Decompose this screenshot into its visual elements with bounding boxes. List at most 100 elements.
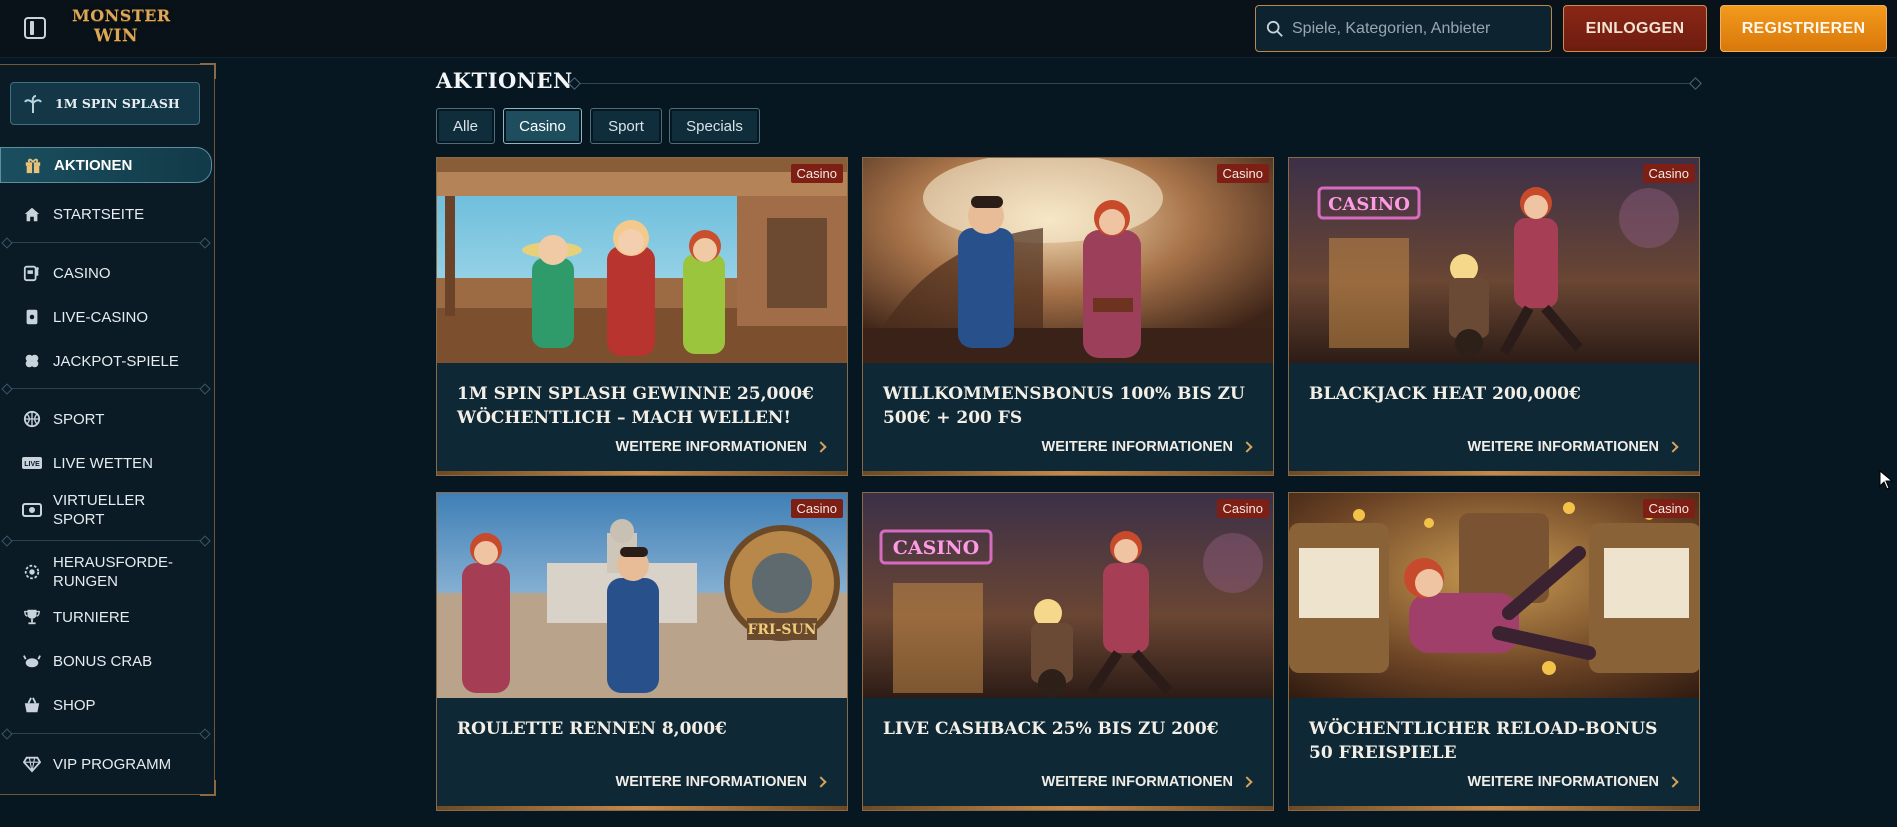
sidebar-item-vip-programm[interactable]: VIP PROGRAMM [0,749,212,779]
chevron-right-icon [1667,441,1679,453]
search-icon [1266,20,1283,37]
sidebar-item-live-wetten[interactable]: LIVE LIVE WETTEN [0,448,212,478]
svg-text:FRI-SUN: FRI-SUN [747,622,816,638]
promo-card[interactable]: Casino Wöchentlicher Reload-Bonus 50 Fre… [1288,492,1700,811]
more-info-link[interactable]: WEITERE INFORMATIONEN [1042,774,1253,790]
filter-tab-alle[interactable]: Alle [436,108,495,144]
promo-chip-label: 1M SPIN SPLASH [55,96,180,111]
sidebar-item-jackpot-spiele[interactable]: JACKPOT-SPIELE [0,346,212,376]
sidebar-item-label: VIRTUELLER [53,492,146,509]
promo-title: Wöchentlicher Reload-Bonus 50 Freispiele [1309,719,1658,763]
sidebar-divider [6,242,206,243]
promo-image [863,158,1273,363]
sidebar-toggle-icon[interactable] [24,17,46,39]
category-badge: Casino [1642,499,1695,518]
sidebar-corner-ornament [200,63,216,79]
sidebar-item-bonus-crab[interactable]: BONUS CRAB [0,646,212,676]
logo-line2: WIN [93,26,139,46]
more-info-link[interactable]: WEITERE INFORMATIONEN [1467,439,1679,455]
chevron-right-icon [815,441,827,453]
category-badge: Casino [790,164,843,183]
promo-image [1289,493,1699,698]
sidebar-item-label: SHOP [53,696,96,714]
sidebar-divider [6,540,206,541]
svg-text:CASINO: CASINO [893,537,979,559]
page-title: AKTIONEN [436,68,573,93]
category-badge: Casino [1216,164,1269,183]
sidebar-item-turniere[interactable]: TURNIERE [0,602,212,632]
slot-machine-icon [22,263,42,283]
promo-chip-1m-spin-splash[interactable]: 1M SPIN SPLASH [10,82,200,125]
promo-card[interactable]: Casino 1M Spin Splash Gewinne 25,000€ wö… [436,157,848,476]
sidebar-item-label: VIP PROGRAMM [53,755,172,773]
sidebar-item-label-line2: SPORT [53,511,105,528]
filter-tab-casino[interactable]: Casino [503,108,582,144]
search-input[interactable] [1292,19,1542,38]
category-badge: Casino [790,499,843,518]
crab-icon [22,651,42,671]
sidebar-item-label: LIVE WETTEN [53,454,154,472]
promo-card[interactable]: CASINO Casino Blackjack Heat 200,000€ WE… [1288,157,1700,476]
promo-title: Roulette Rennen 8,000€ [457,719,727,739]
logo[interactable]: MONSTER WIN [72,6,170,52]
promo-title: Blackjack Heat 200,000€ [1309,384,1581,404]
palm-tree-icon [23,94,43,114]
shopping-basket-icon [22,695,42,715]
more-info-label: WEITERE INFORMATIONEN [1467,439,1659,455]
more-info-label: WEITERE INFORMATIONEN [1041,439,1233,455]
more-info-link[interactable]: WEITERE INFORMATIONEN [615,774,827,790]
category-badge: Casino [1642,164,1695,183]
sidebar-item-label: TURNIERE [53,608,130,626]
sidebar-item-live-casino[interactable]: LIVE-CASINO [0,302,212,332]
sidebar-item-casino[interactable]: CASINO [0,258,212,288]
filter-tab-specials[interactable]: Specials [669,108,760,144]
sidebar-item-aktionen[interactable]: AKTIONEN [0,147,212,183]
top-bar: MONSTER WIN EINLOGGEN REGISTRIEREN [0,0,1897,58]
chevron-right-icon [815,776,827,788]
promo-card[interactable]: Casino Willkommensbonus 100% bis zu 500€… [862,157,1274,476]
sidebar-item-label: STARTSEITE [53,205,145,223]
more-info-link[interactable]: WEITERE INFORMATIONEN [1041,439,1253,455]
sidebar-item-shop[interactable]: SHOP [0,690,212,720]
more-info-label: WEITERE INFORMATIONEN [1467,774,1659,790]
filter-tab-sport[interactable]: Sport [590,108,662,144]
promo-card[interactable]: FRI-SUN Casino Roulette Rennen 8,000€ WE… [436,492,848,811]
chevron-right-icon [1241,441,1253,453]
sidebar-item-label: CASINO [53,264,111,282]
category-badge: Casino [1216,499,1269,518]
chevron-right-icon [1241,776,1253,788]
promo-image: FRI-SUN [437,493,847,698]
chevron-right-icon [1667,776,1679,788]
sidebar-item-virtueller-sport[interactable]: VIRTUELLER SPORT [0,489,212,531]
more-info-link[interactable]: WEITERE INFORMATIONEN [615,439,827,455]
sidebar-item-startseite[interactable]: STARTSEITE [0,199,212,229]
more-info-label: WEITERE INFORMATIONEN [615,439,807,455]
more-info-label: WEITERE INFORMATIONEN [615,774,807,790]
sidebar-item-label: HERAUSFORDE- [53,554,174,571]
promo-image [437,158,847,363]
sidebar-divider [6,388,206,389]
home-icon [22,204,42,224]
sidebar-item-label-line2: RUNGEN [53,573,119,590]
promo-image: CASINO [1289,158,1699,363]
basketball-icon [22,409,42,429]
promo-card[interactable]: CASINO Casino Live Cashback 25% bis zu 2… [862,492,1274,811]
promo-title: 1M Spin Splash Gewinne 25,000€ wöchentli… [457,384,814,428]
playing-card-icon [22,307,42,327]
sidebar-item-herausforderungen[interactable]: HERAUSFORDE- RUNGEN [0,551,212,593]
virtual-sport-icon [22,500,42,520]
sidebar-corner-ornament [200,780,216,796]
promo-title: Willkommensbonus 100% bis zu 500€ + 200 … [883,384,1245,428]
diamond-icon [22,754,42,774]
login-button[interactable]: EINLOGGEN [1563,5,1707,52]
mouse-cursor-icon [1879,470,1893,490]
sidebar-item-label: SPORT [53,410,105,428]
challenge-icon [22,562,42,582]
more-info-link[interactable]: WEITERE INFORMATIONEN [1467,774,1679,790]
gift-icon [23,155,43,175]
sidebar: 1M SPIN SPLASH AKTIONEN STARTSEITE CASIN… [0,63,216,796]
sidebar-item-sport[interactable]: SPORT [0,404,212,434]
search-box[interactable] [1255,5,1552,52]
promo-title: Live Cashback 25% bis zu 200€ [883,719,1219,739]
register-button[interactable]: REGISTRIEREN [1720,5,1887,52]
